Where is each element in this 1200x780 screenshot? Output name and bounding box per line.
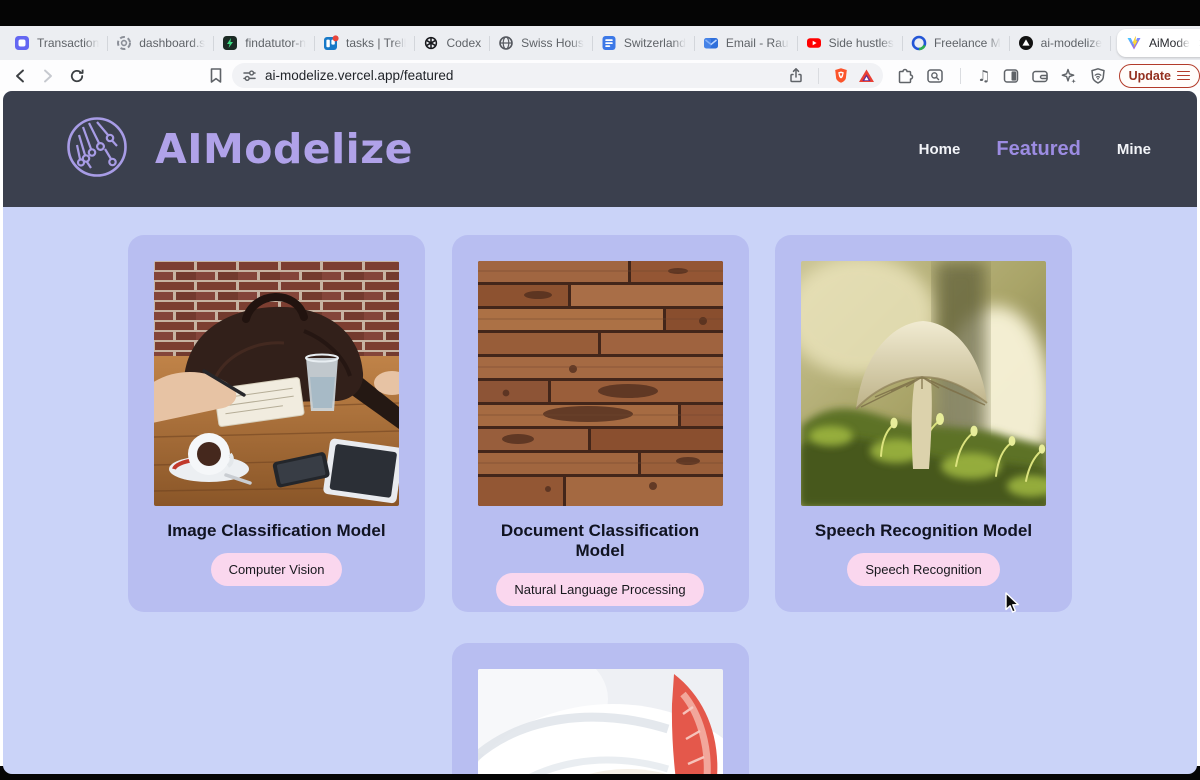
brave-shield-icon[interactable]	[833, 67, 849, 84]
sidebar-icon[interactable]	[1002, 67, 1020, 85]
toolbar-divider	[818, 68, 819, 84]
globe-icon	[498, 35, 514, 51]
app-window-icon	[14, 35, 30, 51]
strawberry-bowl-photo	[478, 669, 723, 774]
tab-label: findatutor-n	[245, 36, 306, 50]
tab-label: dashboard.s	[139, 36, 205, 50]
vite-icon	[1126, 35, 1142, 51]
lightning-icon	[222, 35, 238, 51]
nav-home[interactable]: Home	[919, 141, 961, 158]
site-nav: Home Featured Mine	[919, 138, 1151, 161]
wallet-icon[interactable]	[1031, 67, 1049, 85]
tab-label: Side hustles	[829, 36, 894, 50]
toolbar-right-icons: ♫	[897, 67, 1106, 85]
mail-icon	[703, 35, 719, 51]
model-card[interactable]	[452, 643, 749, 774]
tab-label: Email - Rau	[726, 36, 789, 50]
nav-mine[interactable]: Mine	[1117, 141, 1151, 158]
tab-swiss-house[interactable]: Swiss Hous	[490, 29, 592, 57]
web-content: AIModelize Home Featured Mine	[3, 91, 1197, 774]
tab-codex[interactable]: Codex	[415, 29, 489, 57]
tab-label: Transaction	[37, 36, 99, 50]
tab-dashboard[interactable]: dashboard.s	[108, 29, 213, 57]
model-card[interactable]: Speech Recognition Model Speech Recognit…	[775, 235, 1072, 612]
reload-icon[interactable]	[68, 67, 86, 85]
brand-name: AIModelize	[155, 125, 413, 173]
tab-email[interactable]: Email - Rau	[695, 29, 797, 57]
screen: Transaction dashboard.s findatutor-n tas…	[0, 0, 1200, 780]
bookmark-icon[interactable]	[208, 67, 224, 84]
model-title: Speech Recognition Model	[815, 521, 1032, 541]
tab-transactions[interactable]: Transaction	[6, 29, 107, 57]
model-tag-badge: Computer Vision	[211, 553, 343, 586]
model-title: Image Classification Model	[167, 521, 385, 541]
tab-strip: Transaction dashboard.s findatutor-n tas…	[0, 26, 1200, 60]
mushroom-moss-photo	[801, 261, 1046, 506]
macos-menubar	[0, 0, 1200, 26]
brand[interactable]: AIModelize	[65, 115, 413, 184]
update-label: Update	[1129, 69, 1171, 83]
tab-label: Swiss Hous	[521, 36, 584, 50]
tab-label: AiMode	[1149, 36, 1190, 50]
url-text[interactable]: ai-modelize.vercel.app/featured	[265, 68, 788, 83]
dashed-circle-icon	[116, 35, 132, 51]
model-title: Document Classification Model	[478, 521, 723, 561]
wood-planks-photo	[478, 261, 723, 506]
bat-triangle-icon[interactable]	[858, 68, 875, 84]
forward-icon[interactable]	[38, 67, 56, 85]
leo-sparkle-icon[interactable]	[1060, 67, 1078, 85]
youtube-icon	[806, 35, 822, 51]
model-tag-badge: Natural Language Processing	[496, 573, 703, 606]
extensions-icon[interactable]	[897, 67, 915, 85]
tab-label: ai-modelize	[1041, 36, 1102, 50]
document-icon	[601, 35, 617, 51]
tab-ai-modelize-vercel[interactable]: ai-modelize	[1010, 29, 1110, 57]
media-note-icon[interactable]: ♫	[977, 67, 990, 85]
menu-icon	[1177, 68, 1190, 82]
tab-label: Freelance M	[934, 36, 1001, 50]
tab-aimodelize-active[interactable]: AiMode ×	[1117, 29, 1200, 57]
tab-label: Switzerland	[624, 36, 686, 50]
vpn-shield-icon[interactable]	[1089, 67, 1107, 85]
mouse-cursor	[1003, 592, 1022, 619]
tab-separator	[1110, 36, 1111, 51]
cafe-table-photo	[154, 261, 399, 506]
tab-side-hustles[interactable]: Side hustles	[798, 29, 902, 57]
aimodelize-logo-icon	[65, 115, 129, 184]
tab-label: Codex	[446, 36, 481, 50]
model-card[interactable]: Image Classification Model Computer Visi…	[128, 235, 425, 612]
featured-page: Image Classification Model Computer Visi…	[3, 207, 1197, 774]
tab-findatutor[interactable]: findatutor-n	[214, 29, 314, 57]
update-button[interactable]: Update	[1119, 64, 1200, 88]
obs-icon	[911, 35, 927, 51]
browser-toolbar: ai-modelize.vercel.app/featured	[0, 60, 1200, 91]
tab-switzerland[interactable]: Switzerland	[593, 29, 694, 57]
trello-icon	[323, 35, 339, 51]
share-icon[interactable]	[788, 67, 804, 84]
address-bar[interactable]: ai-modelize.vercel.app/featured	[232, 63, 883, 88]
back-icon[interactable]	[12, 67, 30, 85]
model-card[interactable]: Document Classification Model Natural La…	[452, 235, 749, 612]
search-box-icon[interactable]	[926, 67, 944, 85]
model-tag-badge: Speech Recognition	[847, 553, 999, 586]
site-header: AIModelize Home Featured Mine	[3, 91, 1197, 207]
toolbar-divider	[960, 68, 961, 84]
tab-trello[interactable]: tasks | Trell	[315, 29, 414, 57]
vercel-icon	[1018, 35, 1034, 51]
tab-freelance[interactable]: Freelance M	[903, 29, 1009, 57]
model-cards-grid: Image Classification Model Computer Visi…	[128, 235, 1072, 774]
tab-label: tasks | Trell	[346, 36, 406, 50]
nav-featured[interactable]: Featured	[996, 138, 1080, 161]
openai-icon	[423, 35, 439, 51]
tune-icon[interactable]	[242, 68, 257, 83]
